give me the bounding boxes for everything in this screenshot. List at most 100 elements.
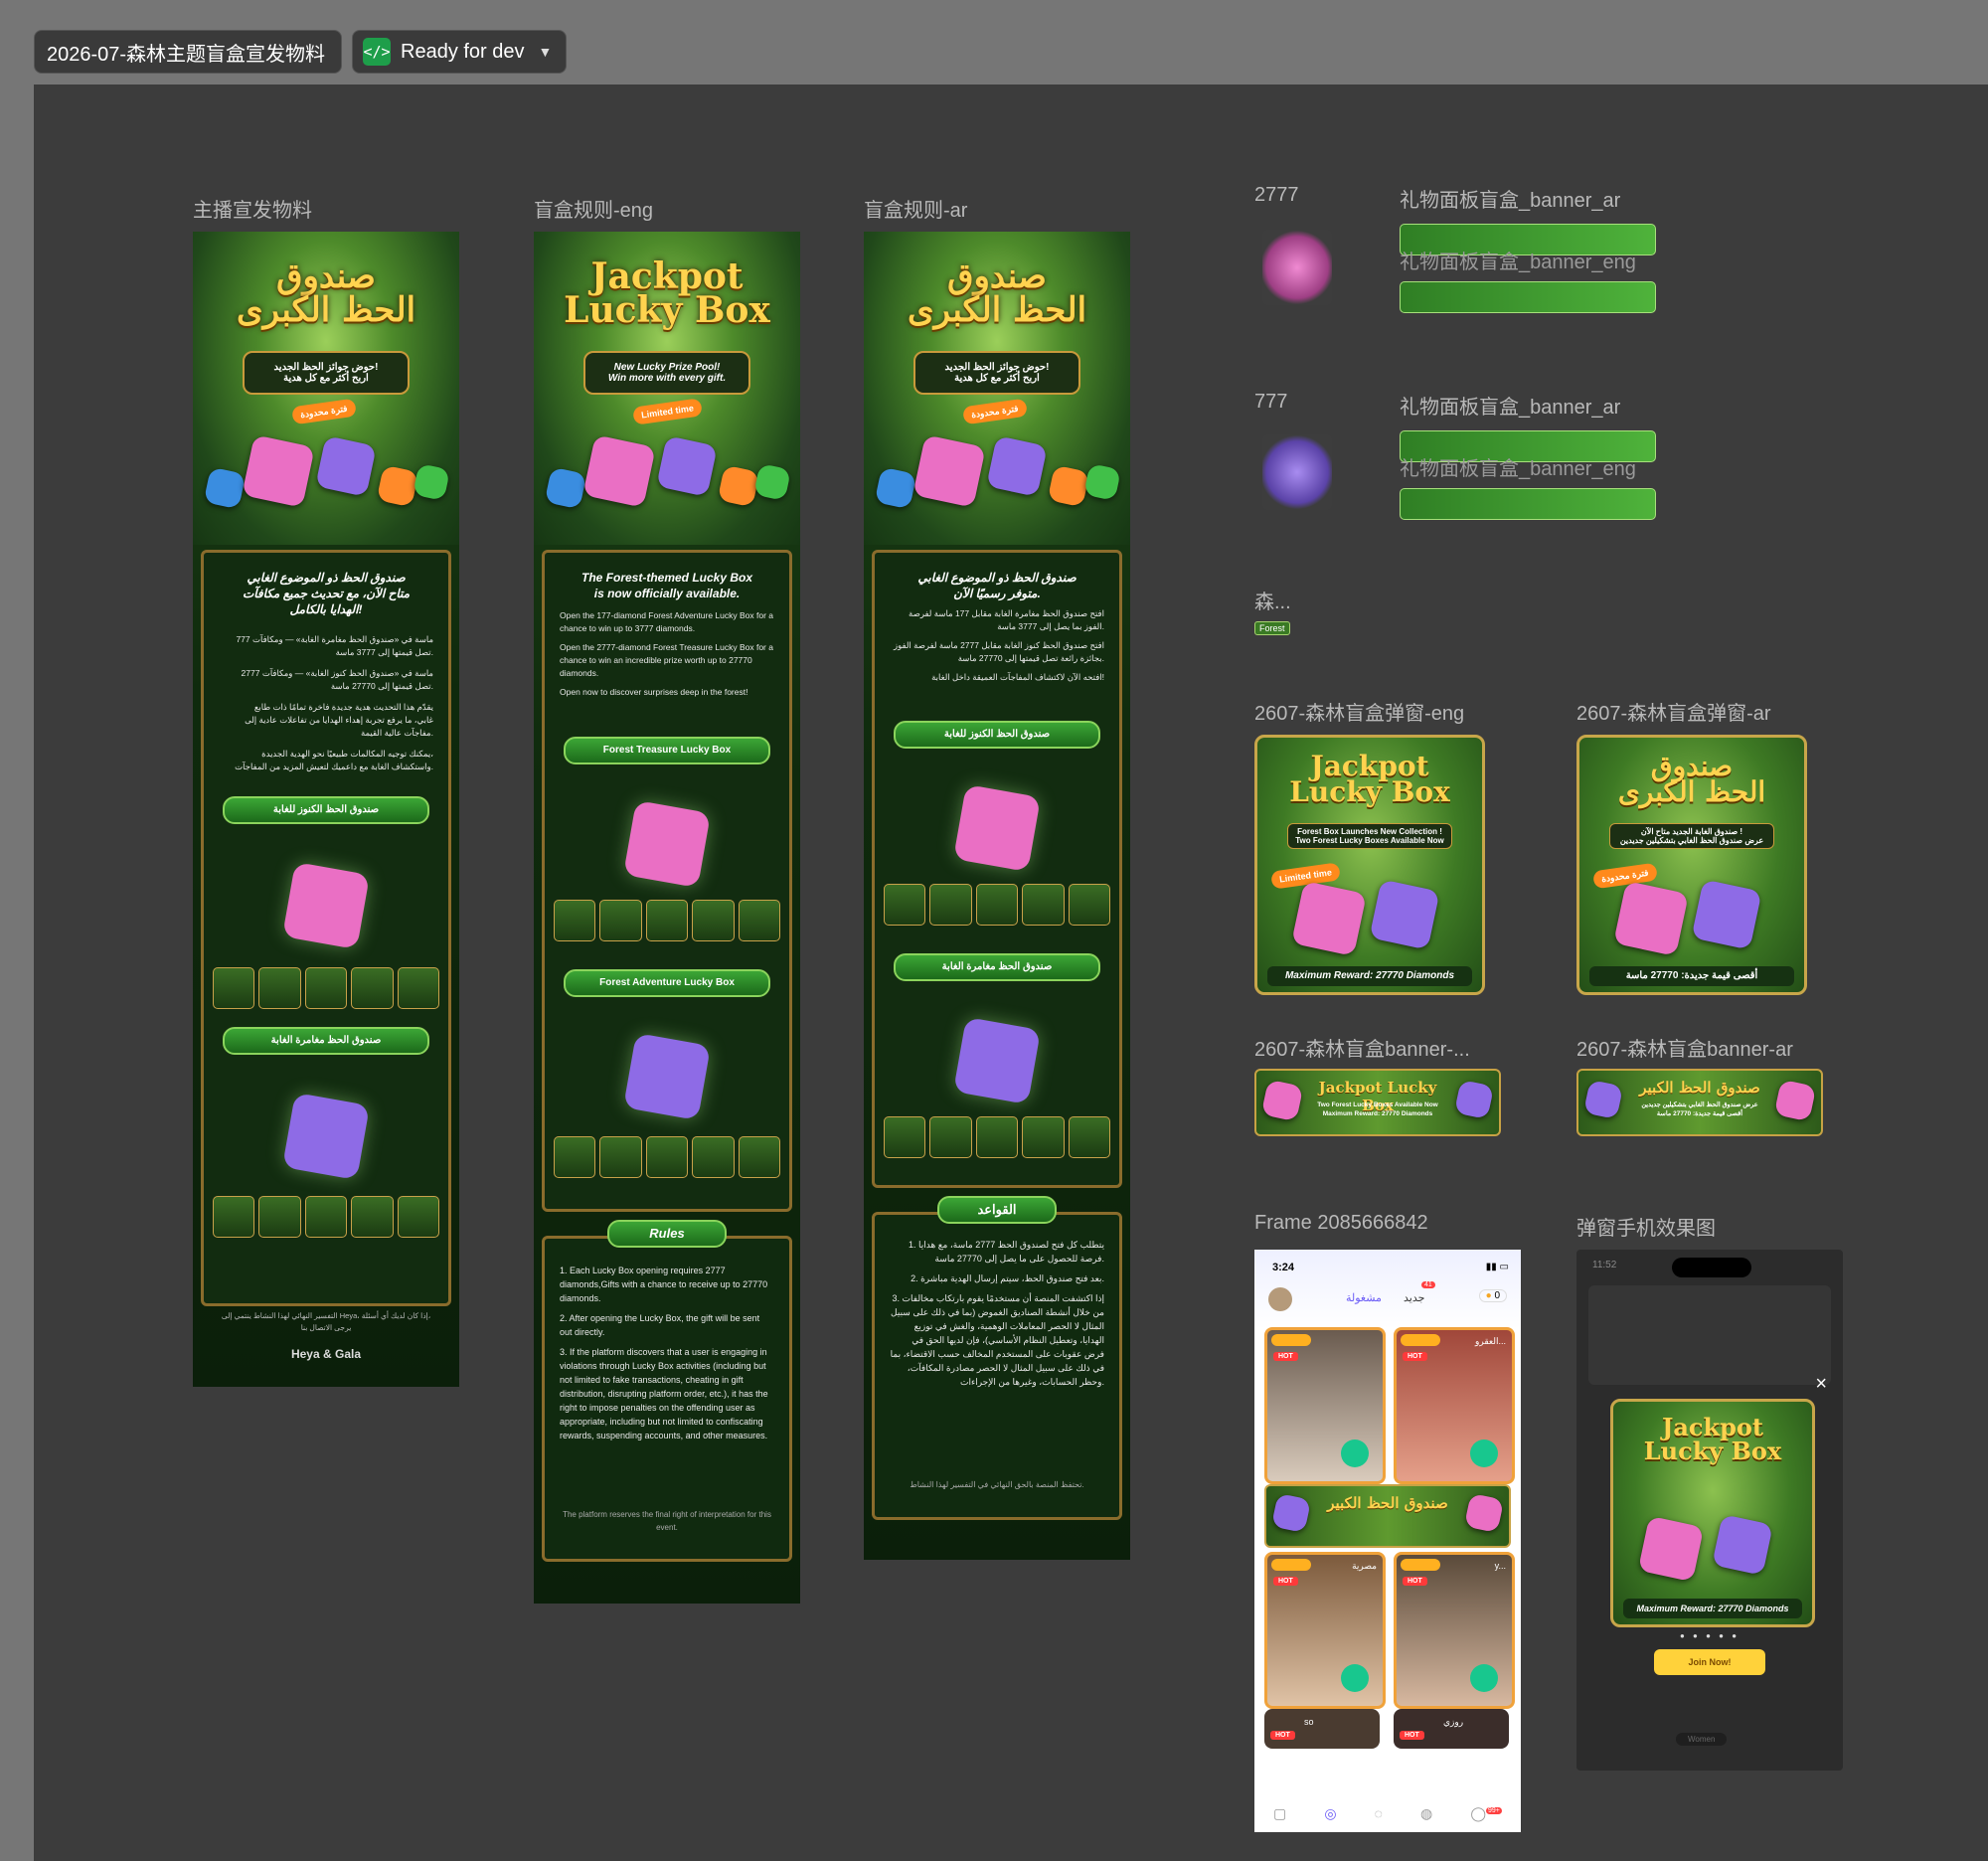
video-call-icon[interactable] — [1470, 1439, 1498, 1467]
status-time: 3:24 — [1272, 1262, 1295, 1273]
frame-label-panel-eng-2[interactable]: 礼物面板盲盒_banner_eng — [1400, 452, 1636, 481]
adventure-box-icon — [622, 1032, 712, 1121]
rules-eng-paragraphs: Open the 177-diamond Forest Adventure Lu… — [560, 610, 773, 697]
panel-banner-eng-2[interactable] — [1400, 488, 1656, 520]
chevron-down-icon: ▼ — [538, 44, 553, 60]
planet-tab-icon[interactable]: ◎ — [1324, 1805, 1336, 1822]
frame-label-forest[interactable]: 森... — [1254, 586, 1291, 614]
coin-counter[interactable]: ● 0 — [1478, 1289, 1507, 1302]
carousel-dots[interactable]: ● ● ● ● ● — [1576, 1631, 1843, 1640]
frame-label-phone[interactable]: Frame 2085666842 — [1254, 1212, 1428, 1235]
frame-label-panel-eng-1[interactable]: 礼物面板盲盒_banner_eng — [1400, 246, 1636, 274]
frame-label-banner-ar[interactable]: 2607-森林盲盒banner-ar — [1576, 1033, 1793, 1062]
tab-busy[interactable]: مشغولة — [1346, 1291, 1382, 1304]
popup-ar[interactable]: صندوق الحظ الكبرى صندوق الغابة الجديد متا… — [1576, 735, 1807, 995]
popup-footer: أقصى قيمة جديدة: 27770 ماسة — [1589, 966, 1794, 986]
dev-status-dropdown[interactable]: </> Ready for dev ▼ — [352, 30, 567, 74]
home-tab-icon[interactable]: ▢ — [1273, 1805, 1286, 1822]
ribbon-adventure: صندوق الحظ مغامرة الغابة — [223, 1027, 429, 1055]
frame-label-banner-eng[interactable]: 2607-森林盲盒banner-... — [1254, 1033, 1470, 1062]
close-icon[interactable]: × — [1815, 1373, 1827, 1396]
anchor-paragraphs: 777 ماسة في «صندوق الحظ مغامرة الغابة» —… — [235, 634, 433, 771]
video-call-icon[interactable] — [1470, 1664, 1498, 1692]
banner-ar[interactable]: صندوق الحظ الكبير عرض صندوق الحظ الغابي … — [1576, 1069, 1823, 1136]
brand-logos: Heya & Gala — [290, 1347, 362, 1361]
user-card[interactable]: HOT y... — [1394, 1552, 1515, 1709]
pink-box-icon — [1613, 881, 1689, 956]
popup-subtitle: صندوق الغابة الجديد متاح الآن ! عرض صندوق… — [1609, 823, 1774, 849]
banner-lines: عرض صندوق الحظ الغابي بتشكيلين جديدين أقص… — [1641, 1101, 1758, 1117]
tier-row-2 — [554, 1136, 781, 1178]
banner-eng[interactable]: Jackpot Lucky Box Two Forest Lucky Boxes… — [1254, 1069, 1501, 1136]
popup-title: Jackpot Lucky Box — [1289, 750, 1450, 808]
gift-777-thumbnail[interactable] — [1262, 434, 1332, 510]
file-title-chip[interactable]: 2026-07-森林主题盲盒宣发物料 — [34, 30, 342, 74]
purple-box-icon — [315, 435, 377, 497]
frame-label-phone-popup[interactable]: 弹窗手机效果图 — [1576, 1212, 1716, 1241]
forest-tag[interactable]: Forest — [1254, 621, 1290, 635]
anchor-footer: التفسير النهائي لهذا النشاط ينتمي إلى He… — [221, 1311, 431, 1332]
women-chip[interactable]: Women — [1676, 1733, 1728, 1746]
purple-box-icon — [1691, 879, 1762, 950]
user-card[interactable]: HOT so — [1264, 1709, 1380, 1749]
popup-eng[interactable]: Jackpot Lucky Box Forest Box Launches New… — [1254, 735, 1485, 995]
design-canvas[interactable]: 主播宣发物料 صندوق الحظ الكبرى حوض جوائز الحظ ا… — [34, 85, 1988, 1861]
panel-banner-eng-1[interactable] — [1400, 281, 1656, 313]
top-toolbar: 2026-07-森林主题盲盒宣发物料 </> Ready for dev ▼ — [0, 0, 1988, 85]
frame-anchor[interactable]: صندوق الحظ الكبرى حوض جوائز الحظ الجديد! ا… — [193, 232, 459, 1387]
rules-list: 1. يتطلب كل فتح لصندوق الحظ 2777 ماسة، م… — [890, 1240, 1104, 1387]
avatar[interactable] — [1268, 1287, 1292, 1311]
phone-popup-mockup[interactable]: 11:52 × Jackpot Lucky Box Maximum Reward:… — [1576, 1250, 1843, 1771]
user-card[interactable]: HOT العقرو... — [1394, 1327, 1515, 1484]
pink-box-icon — [1773, 1079, 1817, 1122]
popup-title: صندوق الحظ الكبرى — [1617, 750, 1766, 808]
file-title: 2026-07-森林主题盲盒宣发物料 — [47, 43, 326, 66]
tier-row-1 — [554, 900, 781, 941]
tier-row-2 — [213, 1196, 440, 1238]
frame-label-anchor[interactable]: 主播宣发物料 — [193, 194, 312, 223]
join-now-button[interactable]: Join Now! — [1654, 1649, 1765, 1675]
gift-2777-thumbnail[interactable] — [1262, 230, 1332, 305]
purple-box-icon — [1369, 879, 1440, 950]
rules-title: Rules — [607, 1220, 727, 1248]
purple-box-icon — [1582, 1079, 1624, 1120]
phone-frame[interactable]: 3:24 ▮▮ ▭ مشغولة جديد 41 ● 0 HOT HOT العق… — [1254, 1250, 1521, 1832]
tab-new[interactable]: جديد — [1404, 1291, 1424, 1304]
adventure-box-icon — [952, 1016, 1042, 1105]
frame-label-panel-ar-1[interactable]: 礼物面板盲盒_banner_ar — [1400, 184, 1620, 213]
purple-box-icon — [1712, 1514, 1773, 1576]
lucky-box-banner[interactable]: صندوق الحظ الكبير — [1264, 1484, 1511, 1548]
popup-subtitle: Forest Box Launches New Collection ! Two … — [1287, 823, 1452, 849]
ribbon-treasure: صندوق الحظ الكنوز للغابة — [894, 721, 1100, 749]
frame-label-panel-ar-2[interactable]: 礼物面板盲盒_banner_ar — [1400, 391, 1620, 420]
anchor-heading: صندوق الحظ ذو الموضوع الغابي متاح الآن، … — [242, 571, 411, 616]
rules-list: 1. Each Lucky Box opening requires 2777 … — [560, 1266, 768, 1440]
popup-title: Jackpot Lucky Box — [1643, 1413, 1782, 1465]
frame-label-2777[interactable]: 2777 — [1254, 184, 1299, 207]
frame-rules-eng[interactable]: Jackpot Lucky Box New Lucky Prize Pool! Wi… — [534, 232, 800, 1604]
banner-title: صندوق الحظ الكبير — [1639, 1079, 1760, 1097]
frame-rules-ar[interactable]: صندوق الحظ الكبرى حوض جوائز الحظ الجديد! ا… — [864, 232, 1130, 1560]
pink-box-icon — [242, 434, 315, 508]
poster-title: Jackpot Lucky Box — [564, 255, 770, 331]
frame-label-popup-eng[interactable]: 2607-森林盲盒弹窗-eng — [1254, 697, 1464, 726]
frame-label-rules-eng[interactable]: 盲盒规则-eng — [534, 194, 653, 223]
purple-box-icon — [986, 435, 1048, 497]
call-tab-icon[interactable]: ◍ — [1420, 1805, 1432, 1822]
frame-label-777[interactable]: 777 — [1254, 391, 1287, 414]
popup-preview[interactable]: Jackpot Lucky Box Maximum Reward: 27770 D… — [1610, 1399, 1815, 1627]
battery-icon: ▮▮ ▭ — [1485, 1262, 1509, 1272]
video-call-icon[interactable] — [1341, 1664, 1369, 1692]
frame-label-rules-ar[interactable]: 盲盒规则-ar — [864, 194, 967, 223]
video-call-icon[interactable] — [1341, 1439, 1369, 1467]
chat-tab-icon[interactable]: ◌ — [1375, 1805, 1383, 1821]
user-card[interactable]: HOT روزي — [1394, 1709, 1509, 1749]
user-card[interactable]: HOT — [1264, 1327, 1386, 1484]
message-tab-icon[interactable]: ◯ 99+ — [1470, 1805, 1502, 1822]
poster-title: صندوق الحظ الكبرى — [907, 256, 1087, 330]
user-card[interactable]: HOT مصرية — [1264, 1552, 1386, 1709]
frame-label-popup-ar[interactable]: 2607-森林盲盒弹窗-ar — [1576, 697, 1771, 726]
popup-footer: Maximum Reward: 27770 Diamonds — [1267, 966, 1472, 986]
treasure-box-icon — [281, 861, 371, 950]
ribbon-adventure: Forest Adventure Lucky Box — [564, 969, 770, 997]
